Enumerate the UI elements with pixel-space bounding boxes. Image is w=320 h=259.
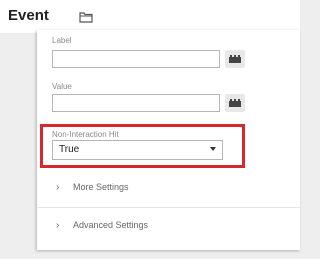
variable-picker-icon <box>229 99 241 107</box>
chevron-right-icon: › <box>56 182 60 193</box>
more-settings-section[interactable]: › More Settings <box>37 173 300 205</box>
advanced-settings-label: Advanced Settings <box>73 220 149 230</box>
advanced-settings-section[interactable]: › Advanced Settings <box>37 211 300 243</box>
label-field-label: Label <box>52 36 72 45</box>
value-field-label: Value <box>52 82 72 91</box>
more-settings-label: More Settings <box>73 182 129 192</box>
variable-picker-icon <box>229 55 241 63</box>
value-input[interactable] <box>52 94 220 112</box>
label-variable-button[interactable] <box>225 50 245 68</box>
tag-type-title: Event <box>8 7 49 24</box>
chevron-right-icon: › <box>56 220 60 231</box>
section-divider <box>37 207 300 208</box>
highlight-box <box>40 124 245 168</box>
label-input[interactable] <box>52 50 220 68</box>
folder-icon[interactable] <box>79 10 93 23</box>
top-bar: Event <box>0 0 300 33</box>
value-variable-button[interactable] <box>225 94 245 112</box>
